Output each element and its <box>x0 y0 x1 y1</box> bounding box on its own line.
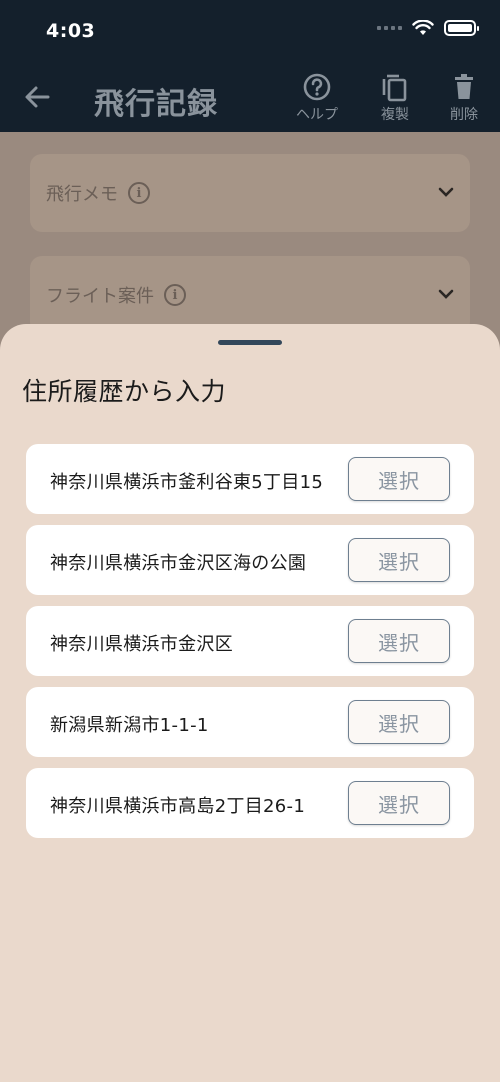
delete-label: 削除 <box>450 107 478 123</box>
app-bar: 飛行記録 ヘルプ 複製 削除 <box>0 62 500 132</box>
status-bar: 4:03 <box>0 0 500 62</box>
status-time: 4:03 <box>46 20 96 42</box>
select-button[interactable]: 選択 <box>348 619 450 663</box>
flight-memo-label: 飛行メモ <box>46 184 118 205</box>
address-history-sheet: 住所履歴から入力 神奈川県横浜市釜利谷東5丁目15 選択 神奈川県横浜市金沢区海… <box>0 324 500 1082</box>
arrow-left-icon <box>25 86 50 108</box>
address-text: 神奈川県横浜市金沢区 <box>50 634 233 655</box>
address-text: 神奈川県横浜市釜利谷東5丁目15 <box>50 472 324 493</box>
duplicate-label: 複製 <box>381 107 409 123</box>
status-icons <box>377 20 479 36</box>
sheet-drag-handle[interactable] <box>218 340 282 345</box>
help-circle-icon <box>303 73 331 101</box>
select-button[interactable]: 選択 <box>348 700 450 744</box>
chevron-down-icon <box>438 289 454 299</box>
address-text: 新潟県新潟市1-1-1 <box>50 715 209 736</box>
select-button[interactable]: 選択 <box>348 538 450 582</box>
sheet-title: 住所履歴から入力 <box>22 377 227 406</box>
wifi-icon <box>412 20 434 35</box>
list-item: 神奈川県横浜市釜利谷東5丁目15 選択 <box>26 444 474 514</box>
flight-project-card: フライト案件 i <box>30 256 470 334</box>
list-item: 神奈川県横浜市金沢区海の公園 選択 <box>26 525 474 595</box>
info-icon: i <box>128 182 150 204</box>
list-item: 神奈川県横浜市金沢区 選択 <box>26 606 474 676</box>
help-label: ヘルプ <box>296 107 338 123</box>
battery-icon <box>444 20 479 36</box>
flight-project-label: フライト案件 <box>46 286 154 307</box>
address-text: 神奈川県横浜市金沢区海の公園 <box>50 553 307 574</box>
select-button[interactable]: 選択 <box>348 781 450 825</box>
delete-button[interactable]: 削除 <box>434 72 494 128</box>
address-list: 神奈川県横浜市釜利谷東5丁目15 選択 神奈川県横浜市金沢区海の公園 選択 神奈… <box>26 444 474 849</box>
list-item: 神奈川県横浜市高島2丁目26-1 選択 <box>26 768 474 838</box>
cellular-signal-icon <box>377 26 402 30</box>
chevron-down-icon <box>438 187 454 197</box>
back-button[interactable] <box>20 80 54 114</box>
duplicate-button[interactable]: 複製 <box>365 72 425 128</box>
page-title: 飛行記録 <box>94 87 218 122</box>
flight-memo-card: 飛行メモ i <box>30 154 470 232</box>
address-text: 神奈川県横浜市高島2丁目26-1 <box>50 796 306 817</box>
help-button[interactable]: ヘルプ <box>287 72 347 128</box>
trash-icon <box>455 74 473 99</box>
select-button[interactable]: 選択 <box>348 457 450 501</box>
info-icon: i <box>164 284 186 306</box>
list-item: 新潟県新潟市1-1-1 選択 <box>26 687 474 757</box>
copy-icon <box>382 74 407 102</box>
